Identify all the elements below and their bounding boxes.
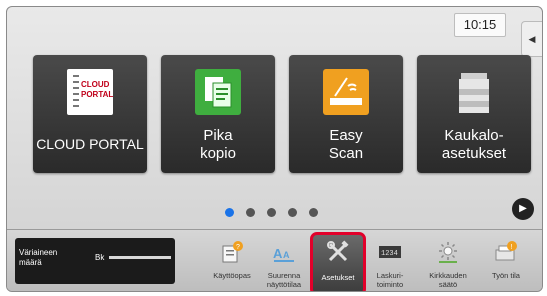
cloud-portal-icon: CLOUD PORTAL — [67, 69, 113, 115]
cloud-logo-line2: PORTAL — [81, 90, 113, 99]
job-status-icon: ! — [495, 241, 517, 261]
page-indicator — [225, 204, 330, 217]
page-dot-3[interactable] — [267, 208, 276, 217]
cloud-logo-line1: CLOUD — [81, 80, 110, 89]
toner-label-line2: määrä — [19, 258, 42, 267]
next-page-button[interactable]: ▶ — [512, 198, 534, 220]
copy-icon — [195, 69, 241, 115]
magnify-label-line2: näyttötilaa — [266, 280, 302, 289]
settings-button[interactable]: Asetukset — [310, 232, 366, 291]
settings-icon — [327, 240, 349, 262]
tile-cloud-portal[interactable]: CLOUD PORTAL CLOUD PORTAL — [33, 55, 147, 173]
bottom-bar: Väriaineen määrä Bk ? Käyttöopas A A Suu… — [7, 229, 542, 291]
job-status-label: Työn tila — [492, 271, 520, 280]
tile-kaukaloasetukset[interactable]: Kaukalo- asetukset — [417, 55, 531, 173]
tile-label: CLOUD PORTAL — [36, 136, 144, 152]
counter-label-line1: Laskuri- — [376, 271, 404, 280]
toner-level-bar — [109, 256, 171, 259]
arrow-left-icon: ◀ — [528, 34, 536, 44]
magnify-icon: A A — [273, 246, 294, 262]
job-status-button[interactable]: ! Työn tila — [481, 236, 531, 288]
scan-icon — [323, 69, 369, 115]
counter-button[interactable]: 1234 Laskuri- toiminto — [365, 236, 415, 289]
magnify-label-line1: Suurenna — [267, 271, 301, 280]
settings-label: Asetukset — [321, 273, 355, 282]
page-dot-2[interactable] — [246, 208, 255, 217]
brightness-label-line1: Kirkkauden — [429, 271, 467, 280]
svg-text:1234: 1234 — [381, 250, 398, 258]
svg-text:?: ? — [236, 244, 240, 251]
clock: 10:15 — [454, 13, 506, 37]
tile-label-line2: Scan — [328, 145, 364, 162]
guide-button[interactable]: ? Käyttöopas — [207, 236, 257, 288]
page-dot-1[interactable] — [225, 208, 234, 217]
svg-text:A: A — [283, 250, 290, 260]
toner-label-line1: Väriaineen — [19, 248, 58, 257]
counter-label-line2: toiminto — [376, 280, 404, 289]
toner-level-panel[interactable]: Väriaineen määrä Bk — [15, 238, 175, 284]
page-dot-4[interactable] — [288, 208, 297, 217]
tile-label-line1: Pika — [203, 127, 233, 144]
arrow-right-icon: ▶ — [519, 203, 527, 214]
tile-easy-scan[interactable]: Easy Scan — [289, 55, 403, 173]
guide-label: Käyttöopas — [213, 271, 251, 280]
guide-icon: ? — [222, 241, 243, 263]
tile-label-line2: asetukset — [441, 145, 507, 162]
counter-icon: 1234 — [379, 246, 401, 258]
tile-label-line1: Easy — [329, 127, 363, 144]
svg-text:!: ! — [511, 244, 513, 251]
svg-text:A: A — [273, 246, 283, 261]
printer-icon — [459, 73, 489, 113]
tile-label-line1: Kaukalo- — [444, 127, 504, 144]
tile-label-line2: kopio — [200, 145, 236, 162]
toner-color-label: Bk — [95, 253, 105, 262]
tile-pika-kopio[interactable]: Pika kopio — [161, 55, 275, 173]
brightness-icon — [439, 242, 457, 263]
brightness-label-line2: säätö — [438, 280, 458, 289]
brightness-button[interactable]: Kirkkauden säätö — [423, 236, 473, 289]
side-panel-tab[interactable]: ◀ — [521, 21, 542, 57]
magnify-button[interactable]: A A Suurenna näyttötilaa — [259, 236, 309, 289]
home-screen: 10:15 ◀ CLOUD PORTAL CLOUD PORTAL Pika k… — [6, 6, 543, 292]
page-dot-5[interactable] — [309, 208, 318, 217]
